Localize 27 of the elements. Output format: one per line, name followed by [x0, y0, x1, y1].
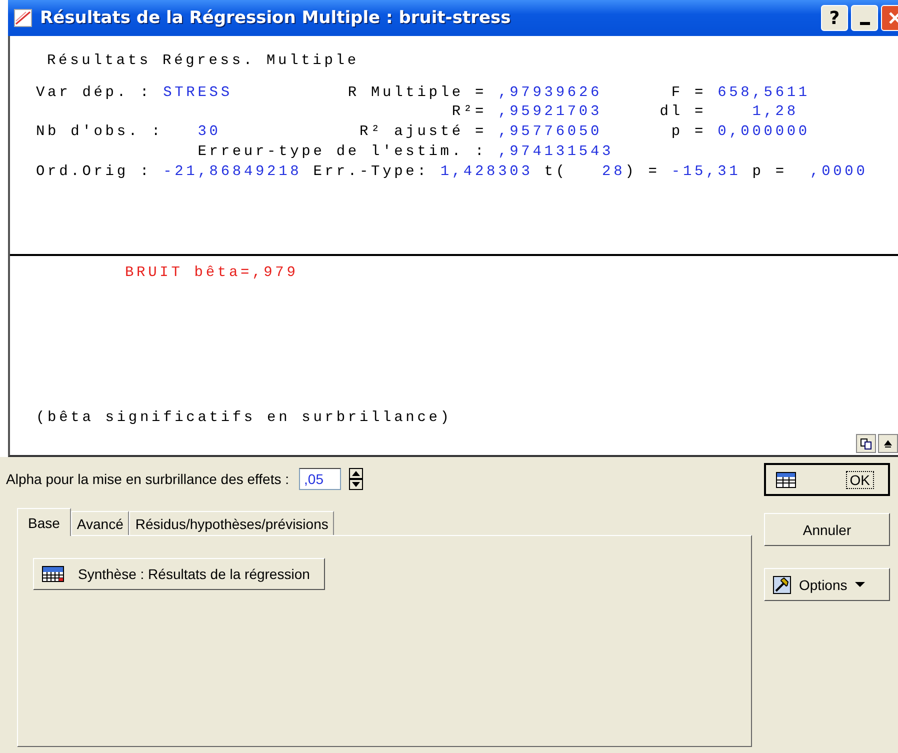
hammer-icon [773, 576, 791, 594]
alpha-field[interactable]: ,05 [299, 468, 342, 490]
result-line: Erreur-type de l'estim. : ,974131543 [196, 142, 615, 162]
results-heading: Résultats Régress. Multiple [47, 52, 360, 71]
copy-icon[interactable] [856, 434, 876, 453]
summary-button[interactable]: Synthèse : Résultats de la régression [33, 558, 325, 590]
ok-button[interactable]: OK [764, 463, 890, 496]
chart-icon [14, 9, 32, 27]
alpha-label: Alpha pour la mise en surbrillance des effets : [6, 471, 290, 487]
result-line: R²= ,95921703 dl = 1,28 [450, 103, 800, 122]
result-line: Nb d'obs. : 30 R² ajusté = ,95776050 p = 0,000000 [36, 123, 811, 142]
options-button[interactable]: Options [764, 568, 890, 601]
beta-line: BRUIT bêta=,979 [125, 264, 300, 283]
spinner-icon[interactable] [349, 468, 364, 490]
tab[interactable]: Base [17, 508, 71, 536]
table-icon [42, 566, 64, 582]
result-line: Ord.Orig : -21,86849218 Err.-Type: 1,428303 t( 28) = -15,31 p = ,0000 [36, 162, 869, 182]
help-button[interactable]: ? [821, 5, 848, 31]
tab[interactable]: Avancé [70, 511, 130, 535]
footnote: (bêta significatifs en surbrillance) [36, 409, 453, 428]
cancel-button[interactable]: Annuler [764, 513, 890, 546]
close-icon [888, 11, 898, 25]
table-icon [776, 472, 796, 488]
result-line: Var dép. : STRESS R Multiple = ,97939626 F = 658,5611 [36, 84, 811, 103]
tab[interactable]: Résidus/hypothèses/prévisions [129, 511, 334, 535]
window-title: Résultats de la Régression Multiple : bruit-stress [40, 8, 512, 28]
minimize-button[interactable] [851, 5, 878, 31]
